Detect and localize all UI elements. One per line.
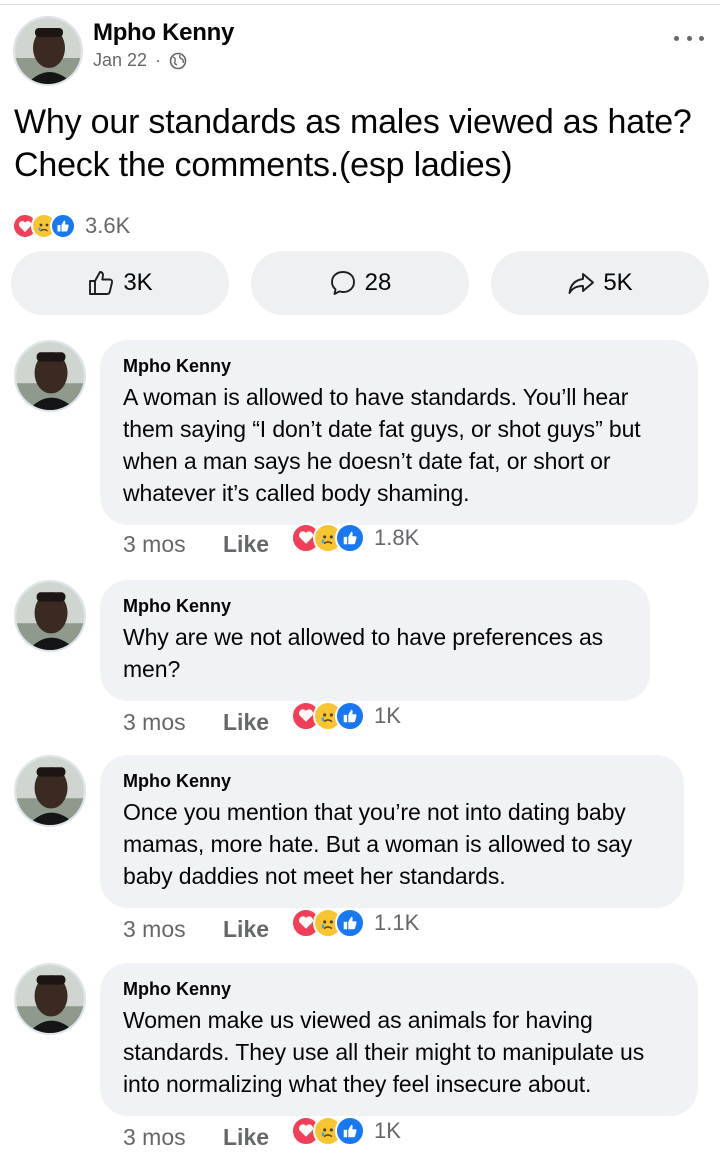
comment-text: Why are we not allowed to have preferenc… [123, 624, 604, 682]
comment-like-button[interactable]: Like [223, 531, 291, 558]
commenter-avatar[interactable] [14, 340, 86, 412]
comment-icon [330, 271, 355, 295]
post-reaction-count: 3.6K [85, 213, 131, 238]
comment-bubble[interactable]: Mpho Kenny Women make us viewed as anima… [100, 963, 698, 1116]
commenter-avatar[interactable] [14, 755, 86, 827]
like-count: 3K [123, 269, 153, 296]
profile-photo [16, 342, 84, 410]
like-reaction-icon [335, 522, 365, 553]
commenter-avatar[interactable] [14, 963, 86, 1035]
like-reaction-icon [50, 213, 76, 239]
more-dot-icon [686, 35, 692, 41]
comment-like-button[interactable]: Like [223, 916, 291, 943]
comment-count: 28 [364, 269, 392, 296]
comment-author-name[interactable]: Mpho Kenny [123, 595, 628, 617]
comment-reaction-count: 1.1K [374, 909, 420, 935]
comment-reaction-count: 1.8K [374, 524, 420, 550]
comment-footer: 3 mos Like 1K [123, 1115, 401, 1151]
comment-text: Women make us viewed as animals for havi… [123, 1007, 645, 1097]
top-divider [0, 4, 720, 5]
comment-bubble[interactable]: Mpho Kenny A woman is allowed to have st… [100, 340, 698, 525]
commenter-avatar[interactable] [14, 580, 86, 652]
comment-reactions[interactable]: 1K [291, 700, 401, 731]
share-button[interactable]: 5K [491, 251, 709, 315]
comment-reactions[interactable]: 1.1K [291, 907, 420, 938]
comment-text: Once you mention that you’re not into da… [123, 799, 633, 889]
more-options-button[interactable] [674, 28, 704, 48]
share-count: 5K [603, 269, 633, 296]
profile-photo [16, 965, 84, 1033]
like-button[interactable]: 3K [11, 251, 229, 315]
comment-reaction-count: 1K [374, 702, 401, 728]
comment-bubble[interactable]: Mpho Kenny Once you mention that you’re … [100, 755, 684, 908]
globe-icon [169, 52, 187, 69]
comment-bubble[interactable]: Mpho Kenny Why are we not allowed to hav… [100, 580, 650, 701]
post-reaction-icons [12, 213, 76, 239]
comment-reactions[interactable]: 1K [291, 1115, 401, 1146]
comment-time[interactable]: 3 mos [123, 709, 223, 736]
comment-reactions[interactable]: 1.8K [291, 522, 420, 553]
profile-photo [16, 757, 84, 825]
comment-time[interactable]: 3 mos [123, 1124, 223, 1151]
comment-like-button[interactable]: Like [223, 1124, 291, 1151]
comment-text: A woman is allowed to have standards. Yo… [123, 384, 641, 506]
comment-author-name[interactable]: Mpho Kenny [123, 355, 676, 377]
like-reaction-icon [335, 700, 365, 731]
post-text: Why our standards as males viewed as hat… [14, 103, 692, 184]
share-arrow-icon [568, 273, 595, 294]
like-reaction-icon [335, 907, 365, 938]
post-action-bar: 3K 28 5K [11, 251, 709, 315]
comment-time[interactable]: 3 mos [123, 531, 223, 558]
post-date[interactable]: Jan 22 [93, 50, 147, 71]
like-reaction-icon [335, 1115, 365, 1146]
profile-photo [15, 18, 81, 84]
meta-separator: · [155, 50, 162, 70]
comment-reaction-count: 1K [374, 1117, 401, 1143]
comment-footer: 3 mos Like 1.1K [123, 907, 419, 943]
profile-photo [16, 582, 84, 650]
comment-button[interactable]: 28 [251, 251, 469, 315]
comment-like-button[interactable]: Like [223, 709, 291, 736]
more-dot-icon [674, 35, 679, 41]
comment-footer: 3 mos Like 1.8K [123, 522, 419, 558]
comment-author-name[interactable]: Mpho Kenny [123, 978, 676, 1000]
post-author-name[interactable]: Mpho Kenny [93, 19, 234, 47]
post-meta: Jan 22 · [93, 50, 187, 71]
comment-time[interactable]: 3 mos [123, 916, 223, 943]
more-dot-icon [699, 35, 704, 41]
comment-footer: 3 mos Like 1K [123, 700, 401, 736]
post-reactions-summary[interactable]: 3.6K [12, 213, 130, 239]
thumbs-up-icon [89, 271, 114, 295]
author-avatar[interactable] [13, 16, 83, 86]
comment-author-name[interactable]: Mpho Kenny [123, 770, 662, 792]
